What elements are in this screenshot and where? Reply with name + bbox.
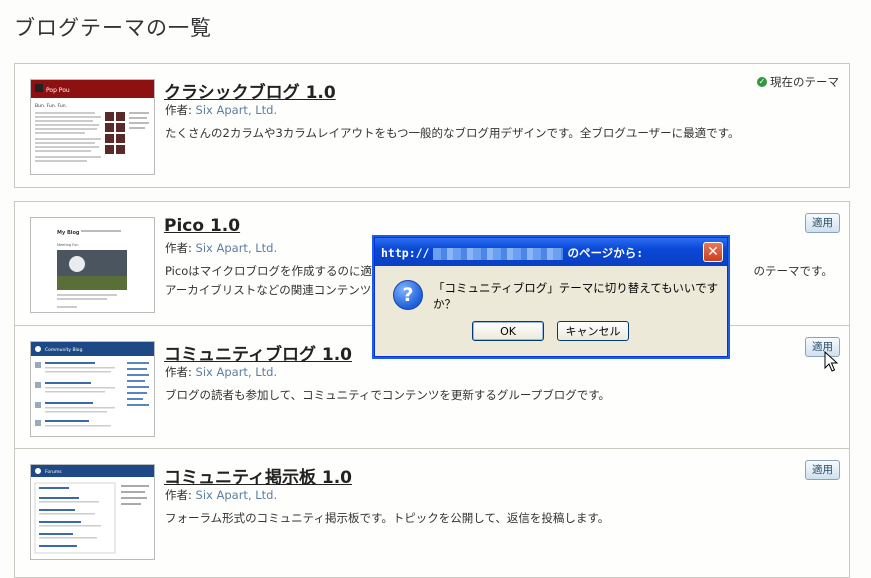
theme-item-community-forum: Forums コミュニティ掲示板 1.0 作者: Six Apart, Ltd.… xyxy=(14,448,850,578)
theme-author: 作者: Six Apart, Ltd. xyxy=(165,241,278,255)
theme-thumbnail[interactable]: Pop Pou Bun. Fun. Fun. xyxy=(30,79,155,175)
thumb-title: Forums xyxy=(45,469,62,475)
thumb-title: Pop Pou xyxy=(46,87,70,94)
check-icon: ✓ xyxy=(757,77,767,87)
theme-thumbnail[interactable]: Community Blog xyxy=(30,341,155,437)
thumb-title: My Blog xyxy=(57,230,80,236)
dialog-message: 「コミュニティブログ」テーマに切り替えてもいいですか？ xyxy=(433,281,719,311)
theme-thumbnail[interactable]: Forums xyxy=(30,464,155,560)
thumb-subtitle: Meeting Fun xyxy=(57,243,78,247)
theme-author: 作者: Six Apart, Ltd. xyxy=(165,365,278,379)
theme-description: ブログの読者も参加して、コミュニティでコンテンツを更新するグループブログです。 xyxy=(165,388,611,402)
cancel-button[interactable]: キャンセル xyxy=(557,321,629,341)
author-link[interactable]: Six Apart, Ltd. xyxy=(196,365,278,379)
close-button[interactable]: ✕ xyxy=(703,242,723,262)
ok-button[interactable]: OK xyxy=(472,321,544,341)
theme-name[interactable]: Pico 1.0 xyxy=(164,216,240,236)
theme-thumbnail[interactable]: My Blog Meeting Fun xyxy=(30,217,155,313)
author-link[interactable]: Six Apart, Ltd. xyxy=(196,488,278,502)
apply-button[interactable]: 適用 xyxy=(805,213,840,233)
confirm-dialog: http://のページから: ✕ ? 「コミュニティブログ」テーマに切り替えても… xyxy=(374,237,728,357)
author-link[interactable]: Six Apart, Ltd. xyxy=(196,103,278,117)
current-theme-badge: ✓ 現在のテーマ xyxy=(757,75,839,89)
theme-author: 作者: Six Apart, Ltd. xyxy=(165,488,278,502)
dialog-title: http://のページから: xyxy=(381,246,644,260)
thumb-title: Community Blog xyxy=(45,347,83,353)
theme-name[interactable]: クラシックブログ 1.0 xyxy=(164,78,336,103)
theme-author: 作者: Six Apart, Ltd. xyxy=(165,103,278,117)
apply-button[interactable]: 適用 xyxy=(805,460,840,480)
theme-name[interactable]: コミュニティブログ 1.0 xyxy=(164,340,352,365)
theme-description: フォーラム形式のコミュニティ掲示板です。トピックを公開して、返信を投稿します。 xyxy=(165,511,610,525)
question-icon: ? xyxy=(393,280,423,310)
theme-description: たくさんの2カラムや3カラムレイアウトをもつ一般的なブログ用デザインです。全ブロ… xyxy=(165,126,740,140)
theme-name[interactable]: コミュニティ掲示板 1.0 xyxy=(164,463,352,488)
redacted-url xyxy=(433,247,564,260)
dialog-titlebar[interactable]: http://のページから: ✕ xyxy=(375,238,727,266)
author-link[interactable]: Six Apart, Ltd. xyxy=(196,241,278,255)
theme-item-classic-blog: Pop Pou Bun. Fun. Fun. クラシックブログ 1.0 作者: … xyxy=(14,63,850,188)
page-title: ブログテーマの一覧 xyxy=(14,16,212,40)
thumb-subtitle: Bun. Fun. Fun. xyxy=(35,103,67,109)
